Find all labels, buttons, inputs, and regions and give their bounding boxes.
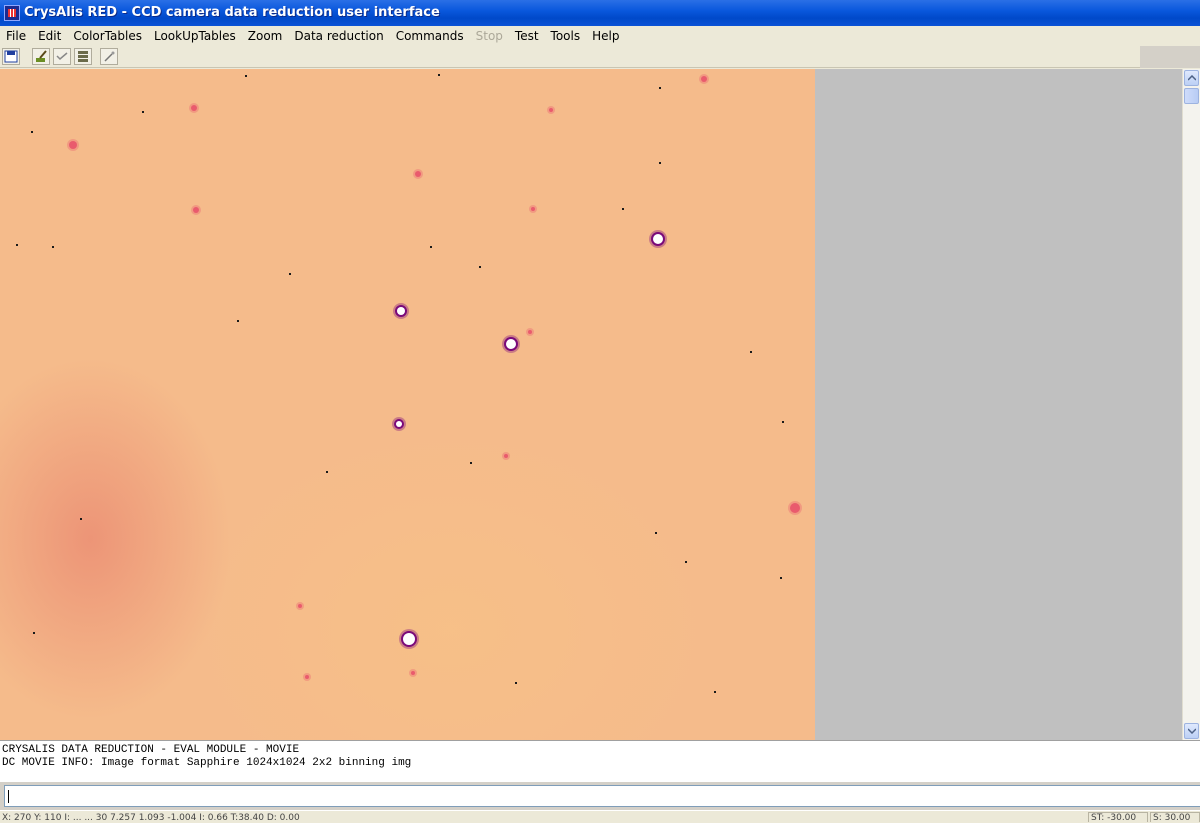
layers-icon <box>78 51 88 62</box>
command-input[interactable] <box>4 785 1200 807</box>
dust-pixel <box>515 682 517 684</box>
menu-data-reduction[interactable]: Data reduction <box>288 29 389 43</box>
save-button[interactable] <box>2 48 20 65</box>
dust-pixel <box>479 266 481 268</box>
wand-icon <box>104 51 115 62</box>
dust-pixel <box>245 75 247 77</box>
dust-pixel <box>750 351 752 353</box>
weak-reflection <box>549 108 553 112</box>
brush-icon <box>36 50 47 62</box>
dust-pixel <box>470 462 472 464</box>
menu-stop: Stop <box>475 29 503 43</box>
image-viewport-background <box>815 69 1182 740</box>
menu-zoom[interactable]: Zoom <box>242 29 289 43</box>
console-line: DC MOVIE INFO: Image format Sapphire 102… <box>2 757 412 769</box>
weak-reflection <box>411 671 415 675</box>
dust-pixel <box>780 577 782 579</box>
weak-reflection <box>701 76 707 82</box>
menu-tools[interactable]: Tools <box>545 29 587 43</box>
dust-pixel <box>659 162 661 164</box>
weak-reflection <box>69 141 77 149</box>
chevron-up-icon <box>1188 75 1196 81</box>
text-caret <box>8 790 9 803</box>
menu-bar: File Edit ColorTables LookUpTables Zoom … <box>0 26 1200 46</box>
app-icon[interactable] <box>4 5 20 21</box>
dust-pixel <box>685 561 687 563</box>
weak-reflection <box>528 330 532 334</box>
dust-pixel <box>438 74 440 76</box>
status-coordinates: X: 270 Y: 110 I: ... ... 30 7.257 1.093 … <box>2 813 300 823</box>
diffraction-image[interactable] <box>0 69 815 740</box>
check-button[interactable] <box>53 48 71 65</box>
dust-pixel <box>782 421 784 423</box>
title-bar[interactable]: CrysAlis RED - CCD camera data reduction… <box>0 0 1200 26</box>
bragg-spot <box>397 307 405 315</box>
dust-pixel <box>52 246 54 248</box>
bragg-spot <box>403 633 415 645</box>
dust-pixel <box>289 273 291 275</box>
save-icon <box>4 50 18 63</box>
console-line: CRYSALIS DATA REDUCTION - EVAL MODULE - … <box>2 744 300 756</box>
dust-pixel <box>237 320 239 322</box>
layers-button[interactable] <box>74 48 92 65</box>
weak-reflection <box>191 105 197 111</box>
dust-pixel <box>326 471 328 473</box>
console-output: CRYSALIS DATA REDUCTION - EVAL MODULE - … <box>0 740 1200 782</box>
vertical-scrollbar[interactable] <box>1182 69 1200 740</box>
menu-file[interactable]: File <box>0 29 32 43</box>
weak-reflection <box>305 675 309 679</box>
menu-test[interactable]: Test <box>509 29 545 43</box>
dust-pixel <box>31 131 33 133</box>
wand-button[interactable] <box>100 48 118 65</box>
weak-reflection <box>415 171 421 177</box>
dust-pixel <box>142 111 144 113</box>
weak-reflection <box>531 207 535 211</box>
chevron-down-icon <box>1188 728 1196 734</box>
bragg-spot <box>396 421 402 427</box>
dust-pixel <box>659 87 661 89</box>
window-title: CrysAlis RED - CCD camera data reduction… <box>24 5 440 20</box>
weak-reflection <box>504 454 508 458</box>
dust-pixel <box>714 691 716 693</box>
menu-lookuptables[interactable]: LookUpTables <box>148 29 242 43</box>
menu-commands[interactable]: Commands <box>390 29 470 43</box>
dust-pixel <box>80 518 82 520</box>
diffraction-image-canvas <box>16 74 802 693</box>
dust-pixel <box>655 532 657 534</box>
status-bar: X: 270 Y: 110 I: ... ... 30 7.257 1.093 … <box>0 810 1200 823</box>
scroll-down-button[interactable] <box>1184 723 1199 739</box>
weak-reflection <box>790 503 800 513</box>
weak-reflection <box>193 207 199 213</box>
bragg-spot <box>506 339 516 349</box>
dust-pixel <box>622 208 624 210</box>
status-st-value: ST: -30.00 <box>1091 813 1137 823</box>
toolbar-spacer <box>1140 46 1200 68</box>
dust-pixel <box>430 246 432 248</box>
toolbar <box>0 46 1140 68</box>
menu-colortables[interactable]: ColorTables <box>67 29 148 43</box>
dust-pixel <box>16 244 18 246</box>
scroll-thumb[interactable] <box>1184 88 1199 104</box>
weak-reflection <box>298 604 302 608</box>
menu-help[interactable]: Help <box>586 29 625 43</box>
status-s-value: S: 30.00 <box>1153 813 1191 823</box>
scroll-up-button[interactable] <box>1184 70 1199 86</box>
dust-pixel <box>33 632 35 634</box>
brush-button[interactable] <box>32 48 50 65</box>
menu-edit[interactable]: Edit <box>32 29 67 43</box>
bragg-spot <box>653 234 663 244</box>
check-icon <box>56 52 68 61</box>
